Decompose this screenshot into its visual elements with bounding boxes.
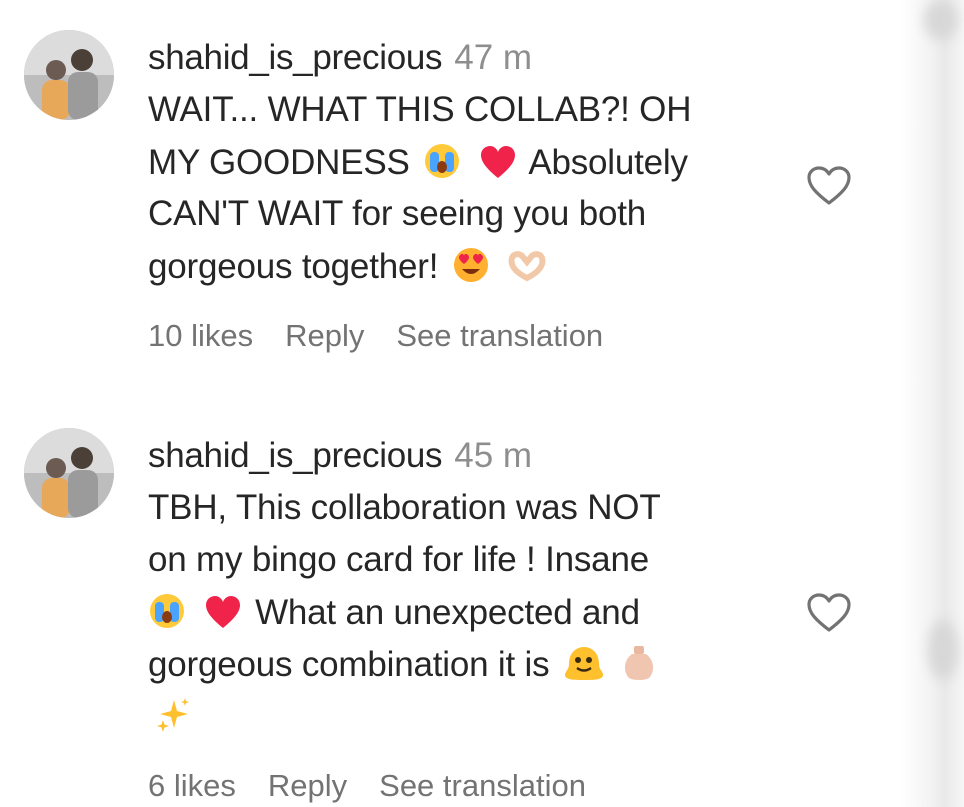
comment-text-line: WAIT... WHAT THIS COLLAB?! OH	[148, 90, 692, 129]
heart-eyes-emoji	[452, 246, 490, 293]
avatar[interactable]	[24, 428, 114, 518]
comment-text-line: MY GOODNESS Absolutely	[148, 142, 688, 189]
likes-count[interactable]: 6 likes	[148, 768, 236, 803]
see-translation-button[interactable]: See translation	[396, 318, 603, 353]
comment-text-segment: Absolutely	[528, 143, 688, 182]
comments-panel: shahid_is_precious 47 m WAIT... WHAT THIS…	[0, 0, 964, 807]
comment-header: shahid_is_precious 45 m	[148, 436, 532, 476]
right-edge-blur	[900, 0, 964, 807]
comment-text-line	[148, 696, 196, 743]
comment-item: shahid_is_precious 45 m TBH, This collabo…	[0, 400, 900, 807]
comment-text-segment: gorgeous together!	[148, 247, 439, 286]
comment-actions: 10 likes Reply See translation	[148, 318, 635, 354]
comment-header: shahid_is_precious 47 m	[148, 38, 532, 78]
heart-outline-icon	[807, 593, 851, 632]
comment-text-line: What an unexpected and	[148, 592, 640, 639]
comment-item: shahid_is_precious 47 m WAIT... WHAT THIS…	[0, 0, 900, 400]
see-translation-button[interactable]: See translation	[379, 768, 586, 803]
comment-text-line: gorgeous together!	[148, 246, 551, 293]
red-heart-emoji	[204, 594, 242, 639]
likes-count[interactable]: 10 likes	[148, 318, 253, 353]
comment-text-line: gorgeous combination it is	[148, 644, 660, 691]
comment-text-line: TBH, This collaboration was NOT	[148, 488, 661, 527]
vase-emoji	[622, 644, 656, 691]
comment-text-segment: MY GOODNESS	[148, 143, 410, 182]
red-heart-emoji	[479, 144, 517, 189]
comment-text-line: CAN'T WAIT for seeing you both	[148, 194, 647, 233]
edge-blob	[924, 0, 958, 40]
reply-button[interactable]: Reply	[268, 768, 347, 803]
edge-blob	[928, 620, 958, 680]
like-button[interactable]	[806, 592, 852, 634]
timestamp: 45 m	[454, 436, 533, 475]
melting-face-emoji	[563, 644, 605, 691]
avatar[interactable]	[24, 30, 114, 120]
reply-button[interactable]: Reply	[285, 318, 364, 353]
comment-actions: 6 likes Reply See translation	[148, 768, 618, 804]
username[interactable]: shahid_is_precious	[148, 38, 443, 77]
heart-hands-emoji	[507, 248, 547, 293]
loudly-crying-face-emoji	[148, 592, 186, 639]
sparkles-emoji	[154, 696, 192, 743]
username[interactable]: shahid_is_precious	[148, 436, 443, 475]
loudly-crying-face-emoji	[423, 142, 461, 189]
comment-text-line: on my bingo card for life ! Insane	[148, 540, 649, 579]
heart-outline-icon	[807, 166, 851, 205]
like-button[interactable]	[806, 165, 852, 207]
comment-text-segment: What an unexpected and	[255, 593, 640, 632]
comment-text-segment: gorgeous combination it is	[148, 645, 550, 684]
timestamp: 47 m	[454, 38, 533, 77]
